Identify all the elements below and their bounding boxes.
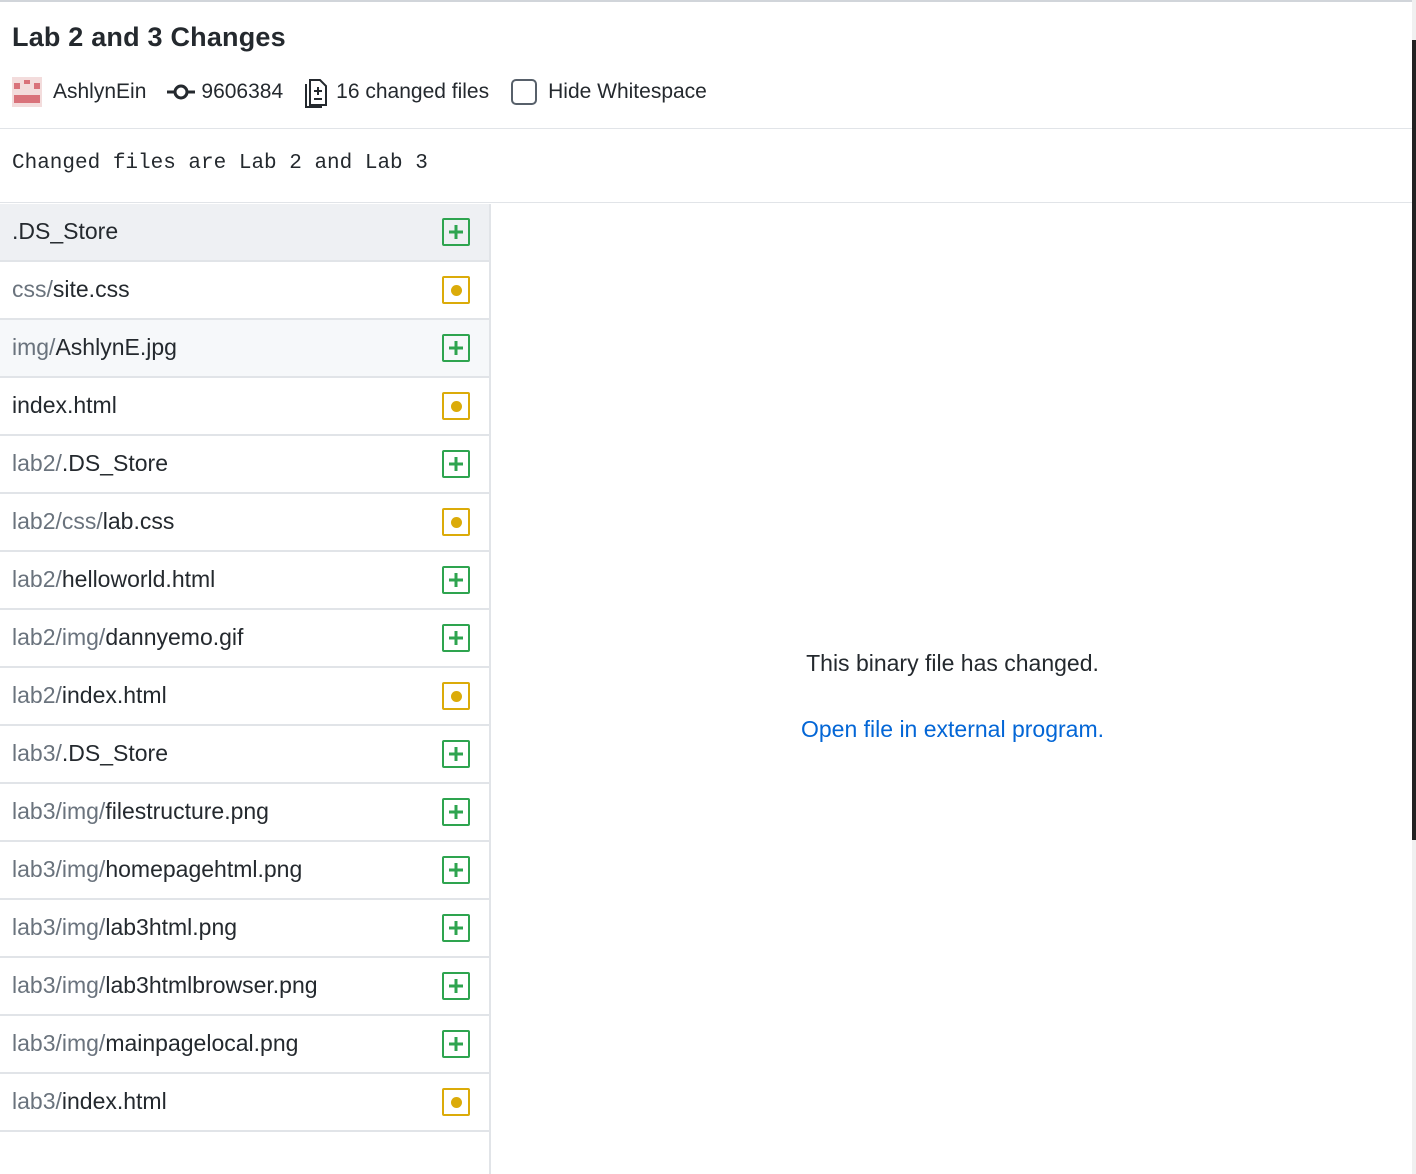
plus-square-icon [442,334,470,362]
file-name: lab3htmlbrowser.png [105,972,318,998]
file-list-item[interactable]: lab3/img/mainpagelocal.png [0,1016,489,1074]
file-list-item[interactable]: lab2/.DS_Store [0,436,489,494]
diff-pane: This binary file has changed. Open file … [493,204,1412,1174]
hide-whitespace-checkbox[interactable] [511,79,538,105]
file-path: lab3/img/lab3htmlbrowser.png [12,972,318,999]
plus-square-icon [442,856,470,884]
plus-square-icon [442,1030,470,1058]
file-list-item[interactable]: lab3/index.html [0,1074,489,1132]
file-list-item[interactable]: img/AshlynE.jpg [0,320,489,378]
file-list-item[interactable]: lab2/index.html [0,668,489,726]
file-directory: lab3/ [12,1088,62,1114]
file-path: lab2/helloworld.html [12,566,215,593]
file-directory: lab2/img/ [12,624,106,650]
file-list-item[interactable]: lab2/css/lab.css [0,494,489,552]
file-name: index.html [61,1088,167,1114]
file-name: dannyemo.gif [105,624,244,650]
file-name: .DS_Store [61,740,168,766]
file-path: lab3/img/homepagehtml.png [12,856,302,883]
file-name: homepagehtml.png [105,856,303,882]
open-external-link[interactable]: Open file in external program. [493,716,1412,743]
file-name: helloworld.html [61,566,216,592]
hide-whitespace-label[interactable]: Hide Whitespace [548,80,707,104]
file-directory: img/ [12,334,56,360]
file-list-item[interactable]: lab2/img/dannyemo.gif [0,610,489,668]
file-list-item[interactable]: index.html [0,378,489,436]
file-path: lab3/img/mainpagelocal.png [12,1030,298,1057]
file-name: lab.css [102,508,175,534]
file-list-item[interactable]: lab3/img/lab3html.png [0,900,489,958]
commit-sha: 9606384 [201,80,284,103]
plus-square-icon [442,914,470,942]
plus-square-icon [442,798,470,826]
commit-description-text: Changed files are Lab 2 and Lab 3 [12,152,428,175]
window-edge [1412,0,1416,1174]
plus-square-icon [442,740,470,768]
file-name: index.html [61,682,167,708]
file-list-item[interactable]: lab3/img/filestructure.png [0,784,489,842]
file-path: lab2/css/lab.css [12,508,174,535]
file-directory: lab2/css/ [12,508,103,534]
file-directory: lab3/ [12,740,62,766]
file-path: img/AshlynE.jpg [12,334,177,361]
diff-file-icon [305,79,328,108]
commit-meta: AshlynEin 9606384 16 changed files Hide … [12,76,707,108]
commit-header: Lab 2 and 3 Changes AshlynEin 9606384 16… [0,2,1412,129]
dot-square-icon [442,508,470,536]
file-list-item[interactable]: .DS_Store [0,204,489,262]
file-path: lab3/index.html [12,1088,167,1115]
changed-files-list: .DS_Store css/site.css img/AshlynE.jpg inde… [0,204,491,1174]
file-path: lab3/.DS_Store [12,740,168,767]
file-directory: lab3/img/ [12,1030,106,1056]
file-path: lab3/img/lab3html.png [12,914,237,941]
file-path: lab3/img/filestructure.png [12,798,269,825]
file-name: mainpagelocal.png [105,1030,299,1056]
file-path: lab2/index.html [12,682,167,709]
file-list-item[interactable]: lab3/img/homepagehtml.png [0,842,489,900]
file-path: index.html [12,392,117,419]
dot-square-icon [442,1088,470,1116]
git-commit-icon [167,84,196,100]
commit-author: AshlynEin [53,80,147,103]
commit-title: Lab 2 and 3 Changes [12,22,286,52]
file-name: .DS_Store [12,218,119,244]
file-directory: lab2/ [12,566,62,592]
dot-square-icon [442,392,470,420]
file-directory: lab2/ [12,450,62,476]
plus-square-icon [442,624,470,652]
plus-square-icon [442,450,470,478]
commit-description: Changed files are Lab 2 and Lab 3 [0,130,1412,203]
file-path: css/site.css [12,276,130,303]
file-path: lab2/.DS_Store [12,450,168,477]
file-path: .DS_Store [12,218,118,245]
file-directory: lab3/img/ [12,798,106,824]
changed-files-count: 16 changed files [336,80,490,103]
avatar-icon [12,77,42,107]
dot-square-icon [442,276,470,304]
file-path: lab2/img/dannyemo.gif [12,624,243,651]
file-list-item[interactable]: css/site.css [0,262,489,320]
file-directory: lab2/ [12,682,62,708]
file-list-item[interactable]: lab2/helloworld.html [0,552,489,610]
file-directory: css/ [12,276,53,302]
binary-file-message: This binary file has changed. [806,650,1099,676]
plus-square-icon [442,972,470,1000]
dot-square-icon [442,682,470,710]
commit-window: Lab 2 and 3 Changes AshlynEin 9606384 16… [0,0,1412,1174]
file-name: site.css [52,276,130,302]
file-name: AshlynE.jpg [55,334,177,360]
plus-square-icon [442,218,470,246]
file-name: .DS_Store [61,450,168,476]
file-list-item[interactable]: lab3/img/lab3htmlbrowser.png [0,958,489,1016]
plus-square-icon [442,566,470,594]
file-directory: lab3/img/ [12,856,106,882]
file-name: filestructure.png [105,798,269,824]
file-directory: lab3/img/ [12,914,106,940]
file-name: lab3html.png [105,914,238,940]
file-list-item[interactable]: lab3/.DS_Store [0,726,489,784]
file-name: index.html [12,392,117,418]
file-directory: lab3/img/ [12,972,106,998]
